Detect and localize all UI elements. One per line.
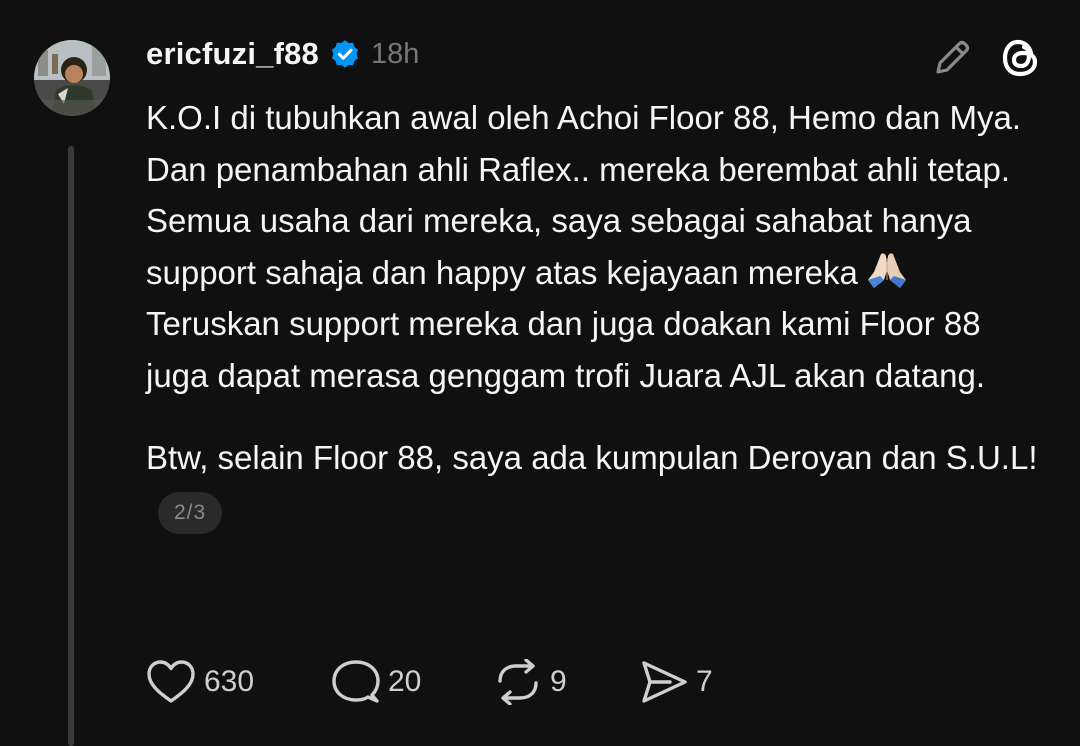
reply-count: 20	[388, 665, 422, 698]
post-text: Teruskan support mereka dan juga doakan …	[146, 305, 990, 394]
comment-bubble-icon	[332, 660, 380, 703]
post-header: ericfuzi_f88 18h	[146, 28, 419, 80]
pencil-icon[interactable]	[930, 36, 974, 80]
like-button[interactable]: 630	[146, 659, 332, 705]
folded-hands-icon	[864, 250, 910, 290]
verified-badge-icon	[329, 38, 361, 70]
post-paragraph: Btw, selain Floor 88, saya ada kumpulan …	[146, 432, 1051, 535]
like-count: 630	[204, 665, 255, 698]
repost-count: 9	[550, 665, 567, 698]
thread-line	[68, 146, 74, 746]
share-button[interactable]: 7	[640, 659, 713, 705]
repost-button[interactable]: 9	[494, 659, 640, 705]
heart-icon	[147, 660, 195, 703]
post-text: Btw, selain Floor 88, saya ada kumpulan …	[146, 439, 1038, 476]
avatar[interactable]	[34, 40, 110, 116]
username[interactable]: ericfuzi_f88	[146, 36, 319, 72]
post-time: 18h	[370, 37, 420, 70]
repost-icon	[498, 659, 538, 705]
post-paragraph: K.O.I di tubuhkan awal oleh Achoi Floor …	[146, 92, 1051, 401]
page-indicator-badge: 2/3	[158, 491, 223, 534]
share-count: 7	[696, 665, 713, 698]
post-content: K.O.I di tubuhkan awal oleh Achoi Floor …	[146, 92, 1051, 535]
threads-logo-icon[interactable]	[998, 34, 1046, 82]
post-actions: 630 20 9 7	[146, 656, 713, 708]
reply-button[interactable]: 20	[332, 659, 494, 705]
send-icon	[642, 661, 687, 703]
